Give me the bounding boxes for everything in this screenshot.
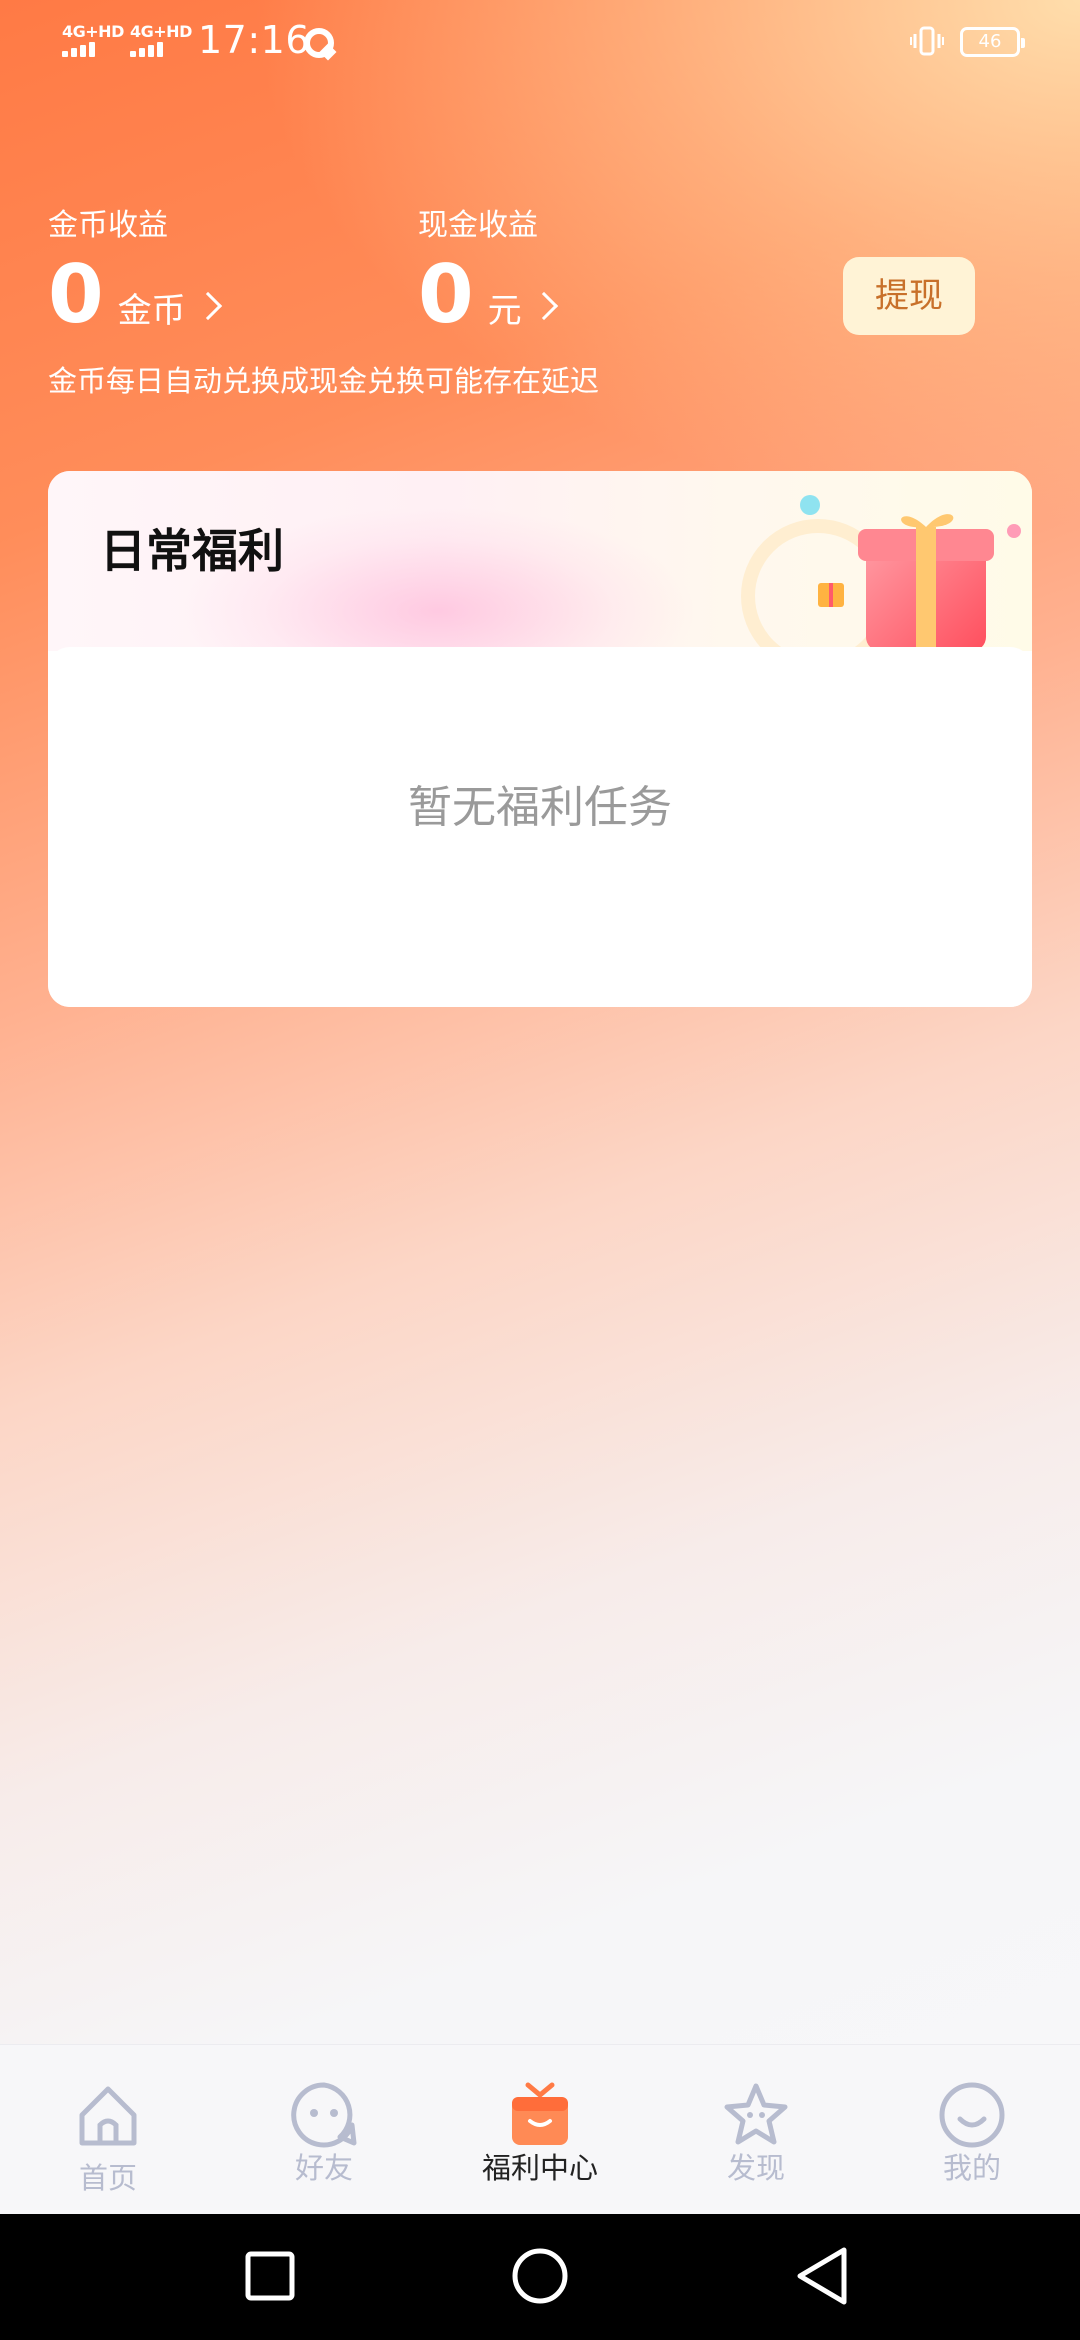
cash-earnings-link[interactable]: 0 元 [418,248,558,341]
friends-icon [291,2082,357,2148]
recent-apps-button[interactable] [210,2214,330,2340]
cash-unit: 元 [487,291,522,331]
bottom-nav: 首页 好友 福利中心 发现 我的 [0,2044,1080,2214]
nav-label: 发现 [726,2151,785,2185]
status-bar: 4G+HD 4G+HD 17:16 46 [0,0,1080,84]
exchange-note: 金币每日自动兑换成现金兑换可能存在延迟 [48,364,600,398]
nav-item-discover[interactable]: 发现 [648,2045,864,2215]
chevron-right-icon [193,291,222,321]
daily-welfare-card: 日常福利 暂无福利任务 [48,471,1032,1007]
clock: 17:16 [198,18,311,62]
signal-icon-2: 4G+HD [130,22,192,58]
notification-app-icon [304,28,334,58]
home-button[interactable] [480,2214,600,2340]
home-icon [79,2086,137,2146]
chevron-right-icon [529,291,558,321]
signal-icon: 4G+HD [62,22,124,58]
withdraw-button[interactable]: 提现 [843,257,975,335]
coin-earnings-label: 金币收益 [48,208,168,243]
coin-earnings-link[interactable]: 0 金币 [48,248,222,341]
cash-earnings-value: 0 [418,248,474,341]
vibrate-icon [910,26,944,56]
nav-label: 好友 [294,2151,353,2185]
nav-label: 我的 [942,2151,1001,2185]
card-title: 日常福利 [100,524,284,578]
nav-item-friends[interactable]: 好友 [216,2045,432,2215]
gift-box-illustration [741,495,1021,651]
smile-icon [939,2082,1005,2148]
nav-item-welfare-center[interactable]: 福利中心 [432,2045,648,2215]
coin-earnings-value: 0 [48,248,104,341]
nav-label: 首页 [78,2161,137,2195]
star-icon [724,2083,788,2145]
nav-label: 福利中心 [481,2151,598,2185]
back-button[interactable] [760,2214,880,2340]
nav-item-home[interactable]: 首页 [0,2045,216,2215]
battery-icon: 46 [960,27,1025,57]
nav-item-mine[interactable]: 我的 [864,2045,1080,2215]
gift-box-icon [512,2082,568,2145]
cash-earnings-label: 现金收益 [418,208,538,243]
system-nav-bar [0,2214,1080,2340]
empty-state-text: 暂无福利任务 [408,782,672,833]
signal-label: 4G+HD [62,22,124,41]
signal-label-2: 4G+HD [130,22,192,41]
coin-unit: 金币 [117,291,186,331]
